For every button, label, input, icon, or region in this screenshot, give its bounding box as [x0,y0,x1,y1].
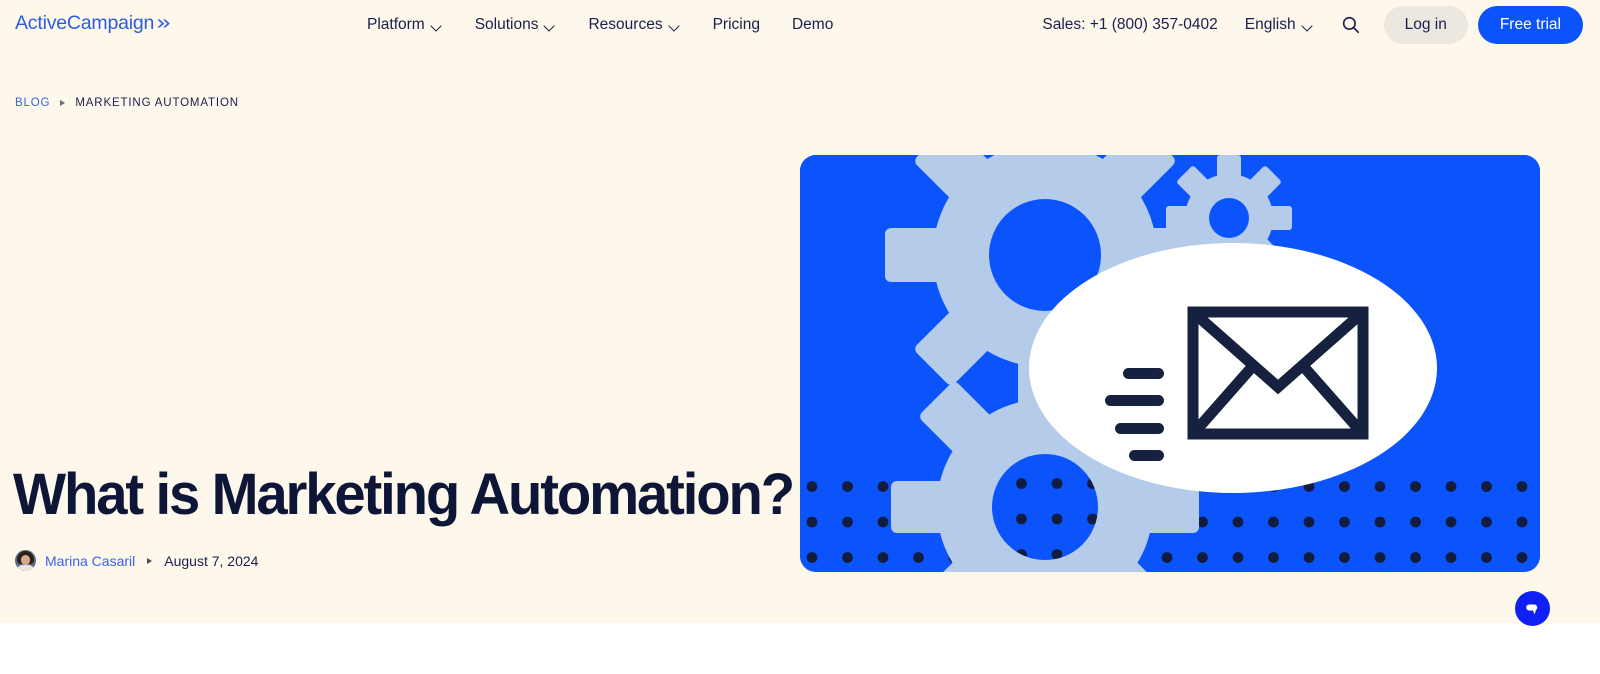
activecampaign-logo[interactable]: ActiveCampaign » [15,11,171,35]
site-header: ActiveCampaign » Platform Solutions Reso… [0,0,1600,50]
main-navigation: Platform Solutions Resources Pricing Dem… [367,12,833,38]
breadcrumb-item-current: MARKETING AUTOMATION [75,97,239,109]
chat-bubble-glyph [1526,604,1538,615]
sales-phone-link[interactable]: Sales: +1 (800) 357-0402 [1042,16,1217,34]
free-trial-button[interactable]: Free trial [1477,6,1583,44]
logo-chevron-icon: » [156,11,171,34]
nav-item-resources[interactable]: Resources [588,16,680,34]
nav-item-platform[interactable]: Platform [367,16,443,34]
nav-label: Solutions [474,16,539,33]
logo-wordmark: ActiveCampaign [15,12,155,34]
nav-item-solutions[interactable]: Solutions [475,16,557,34]
breadcrumb-separator-icon [60,100,66,106]
byline-separator-icon [147,557,153,564]
hero-image [800,155,1540,572]
avatar [15,550,36,571]
publish-date: August 7, 2024 [164,552,259,569]
header-actions: Sales: +1 (800) 357-0402 English Log in … [1042,6,1583,44]
language-label: English [1244,16,1296,33]
language-selector[interactable]: English [1245,16,1314,34]
page-title: What is Marketing Automation? [13,462,795,527]
page-root: ActiveCampaign » Platform Solutions Reso… [0,0,1600,674]
avatar-face [21,555,30,565]
chevron-down-icon [670,22,681,29]
breadcrumb: BLOG MARKETING AUTOMATION [15,97,239,109]
breadcrumb-item-blog[interactable]: BLOG [15,97,50,109]
author-link[interactable]: Marina Casaril [45,553,135,569]
nav-label: Resources [588,16,663,33]
nav-label: Pricing [712,16,760,33]
login-button[interactable]: Log in [1383,6,1468,44]
chevron-down-icon [1303,22,1314,29]
avatar-body [16,565,35,571]
chevron-down-icon [432,22,443,29]
nav-item-pricing[interactable]: Pricing [713,16,760,34]
nav-label: Platform [367,16,425,33]
chevron-down-icon [545,22,556,29]
article-byline: Marina Casaril August 7, 2024 [15,550,258,571]
chat-bubble-icon[interactable] [1515,591,1550,626]
nav-label: Demo [791,16,834,33]
search-icon[interactable] [1340,14,1362,36]
nav-item-demo[interactable]: Demo [792,16,833,34]
